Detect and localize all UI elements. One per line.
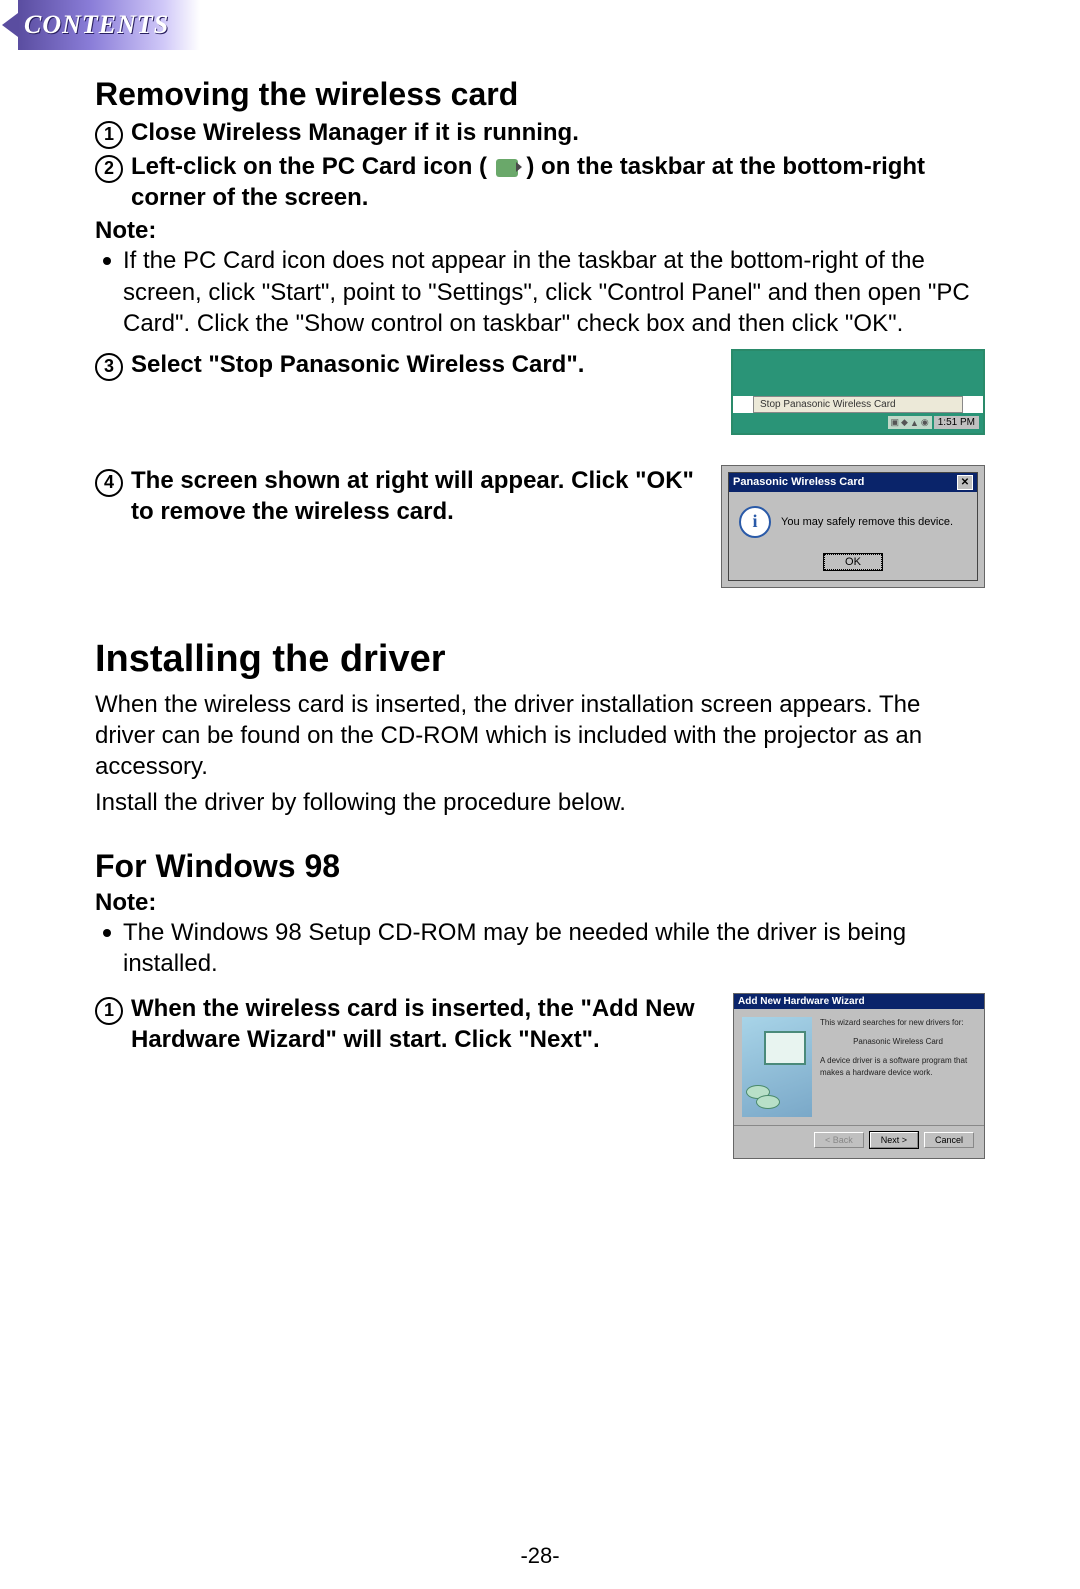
dialog-body: i You may safely remove this device.	[729, 492, 977, 552]
contents-label: CONTENTS	[24, 10, 169, 40]
install-para2: Install the driver by following the proc…	[95, 787, 985, 818]
heading-installing: Installing the driver	[95, 638, 985, 681]
taskbar-menu-item: Stop Panasonic Wireless Card	[753, 396, 963, 413]
step4-row: 4 The screen shown at right will appear.…	[95, 465, 985, 588]
document-page: CONTENTS Removing the wireless card 1 Cl…	[0, 0, 1080, 1589]
page-body: Removing the wireless card 1 Close Wirel…	[0, 50, 1080, 1159]
step4-textcol: 4 The screen shown at right will appear.…	[95, 465, 701, 588]
figure-dialog: Panasonic Wireless Card ✕ i You may safe…	[721, 465, 985, 588]
info-icon: i	[739, 506, 771, 538]
subheading-win98: For Windows 98	[95, 848, 985, 885]
dialog-window: Panasonic Wireless Card ✕ i You may safe…	[728, 472, 978, 581]
back-arrow-icon	[2, 13, 18, 37]
dialog-titlebar: Panasonic Wireless Card ✕	[729, 473, 977, 492]
figure-wizard: Add New Hardware Wizard This wizard sear…	[733, 993, 985, 1159]
dialog-title-text: Panasonic Wireless Card	[733, 476, 864, 488]
ok-button: OK	[824, 554, 882, 570]
step3-row: 3 Select "Stop Panasonic Wireless Card".…	[95, 349, 985, 435]
install-step1-textcol: 1 When the wireless card is inserted, th…	[95, 993, 713, 1159]
wizard-button-row: < Back Next > Cancel	[734, 1125, 984, 1158]
back-button: < Back	[814, 1132, 864, 1148]
wizard-line2: A device driver is a software program th…	[820, 1055, 976, 1077]
wizard-graphic	[742, 1017, 812, 1117]
install-step-1: 1 When the wireless card is inserted, th…	[95, 993, 713, 1055]
step-1: 1 Close Wireless Manager if it is runnin…	[95, 117, 985, 149]
note-bullet: The Windows 98 Setup CD-ROM may be neede…	[103, 917, 985, 979]
note-label: Note:	[95, 889, 985, 917]
dialog-message: You may safely remove this device.	[781, 516, 953, 528]
step-text: The screen shown at right will appear. C…	[131, 465, 701, 527]
step-number-icon: 4	[95, 469, 123, 497]
monitor-icon	[764, 1031, 806, 1065]
contents-tab[interactable]: CONTENTS	[0, 0, 200, 50]
tray-icon: ▲	[910, 418, 919, 428]
tray-icon: ◆	[901, 417, 908, 428]
page-number: -28-	[0, 1543, 1080, 1569]
note-label: Note:	[95, 217, 985, 245]
contents-tab-bg: CONTENTS	[18, 0, 200, 50]
step-number-icon: 2	[95, 155, 123, 183]
cancel-button: Cancel	[924, 1132, 974, 1148]
tray-icon: ▣	[891, 417, 900, 428]
tray-icons: ▣ ◆ ▲ ◉	[888, 416, 932, 429]
figure-taskbar: Stop Panasonic Wireless Card ▣ ◆ ▲ ◉ 1:5…	[731, 349, 985, 435]
next-button: Next >	[870, 1132, 918, 1148]
step-text: Left-click on the PC Card icon ( ) on th…	[131, 151, 985, 213]
close-icon: ✕	[957, 475, 973, 490]
bullet-icon	[103, 929, 111, 937]
tray-icon: ◉	[921, 417, 929, 428]
note-text: If the PC Card icon does not appear in t…	[123, 245, 985, 339]
wizard-device: Panasonic Wireless Card	[820, 1036, 976, 1047]
step-text: Select "Stop Panasonic Wireless Card".	[131, 349, 584, 380]
install-para1: When the wireless card is inserted, the …	[95, 689, 985, 783]
note-bullet: If the PC Card icon does not appear in t…	[103, 245, 985, 339]
wizard-titlebar: Add New Hardware Wizard	[734, 994, 984, 1009]
taskbar-tray: ▣ ◆ ▲ ◉ 1:51 PM	[733, 413, 983, 433]
cd-icon	[756, 1095, 780, 1109]
heading-removing: Removing the wireless card	[95, 76, 985, 113]
step2-part-a: Left-click on the PC Card icon (	[131, 153, 487, 180]
wizard-text: This wizard searches for new drivers for…	[820, 1017, 976, 1117]
step-2: 2 Left-click on the PC Card icon ( ) on …	[95, 151, 985, 213]
wizard-body: This wizard searches for new drivers for…	[734, 1009, 984, 1125]
step-number-icon: 3	[95, 353, 123, 381]
step-text: Close Wireless Manager if it is running.	[131, 117, 579, 148]
step-number-icon: 1	[95, 997, 123, 1025]
step-number-icon: 1	[95, 121, 123, 149]
wizard-line1: This wizard searches for new drivers for…	[820, 1017, 976, 1028]
note-text: The Windows 98 Setup CD-ROM may be neede…	[123, 917, 985, 979]
step-4: 4 The screen shown at right will appear.…	[95, 465, 701, 527]
bullet-icon	[103, 257, 111, 265]
step3-textcol: 3 Select "Stop Panasonic Wireless Card".	[95, 349, 711, 435]
tray-clock: 1:51 PM	[934, 416, 979, 429]
step-text: When the wireless card is inserted, the …	[131, 993, 713, 1055]
dialog-button-row: OK	[729, 552, 977, 580]
taskbar-green-area	[733, 351, 983, 396]
step-3: 3 Select "Stop Panasonic Wireless Card".	[95, 349, 711, 381]
install-step1-row: 1 When the wireless card is inserted, th…	[95, 993, 985, 1159]
pc-card-icon	[496, 159, 518, 177]
